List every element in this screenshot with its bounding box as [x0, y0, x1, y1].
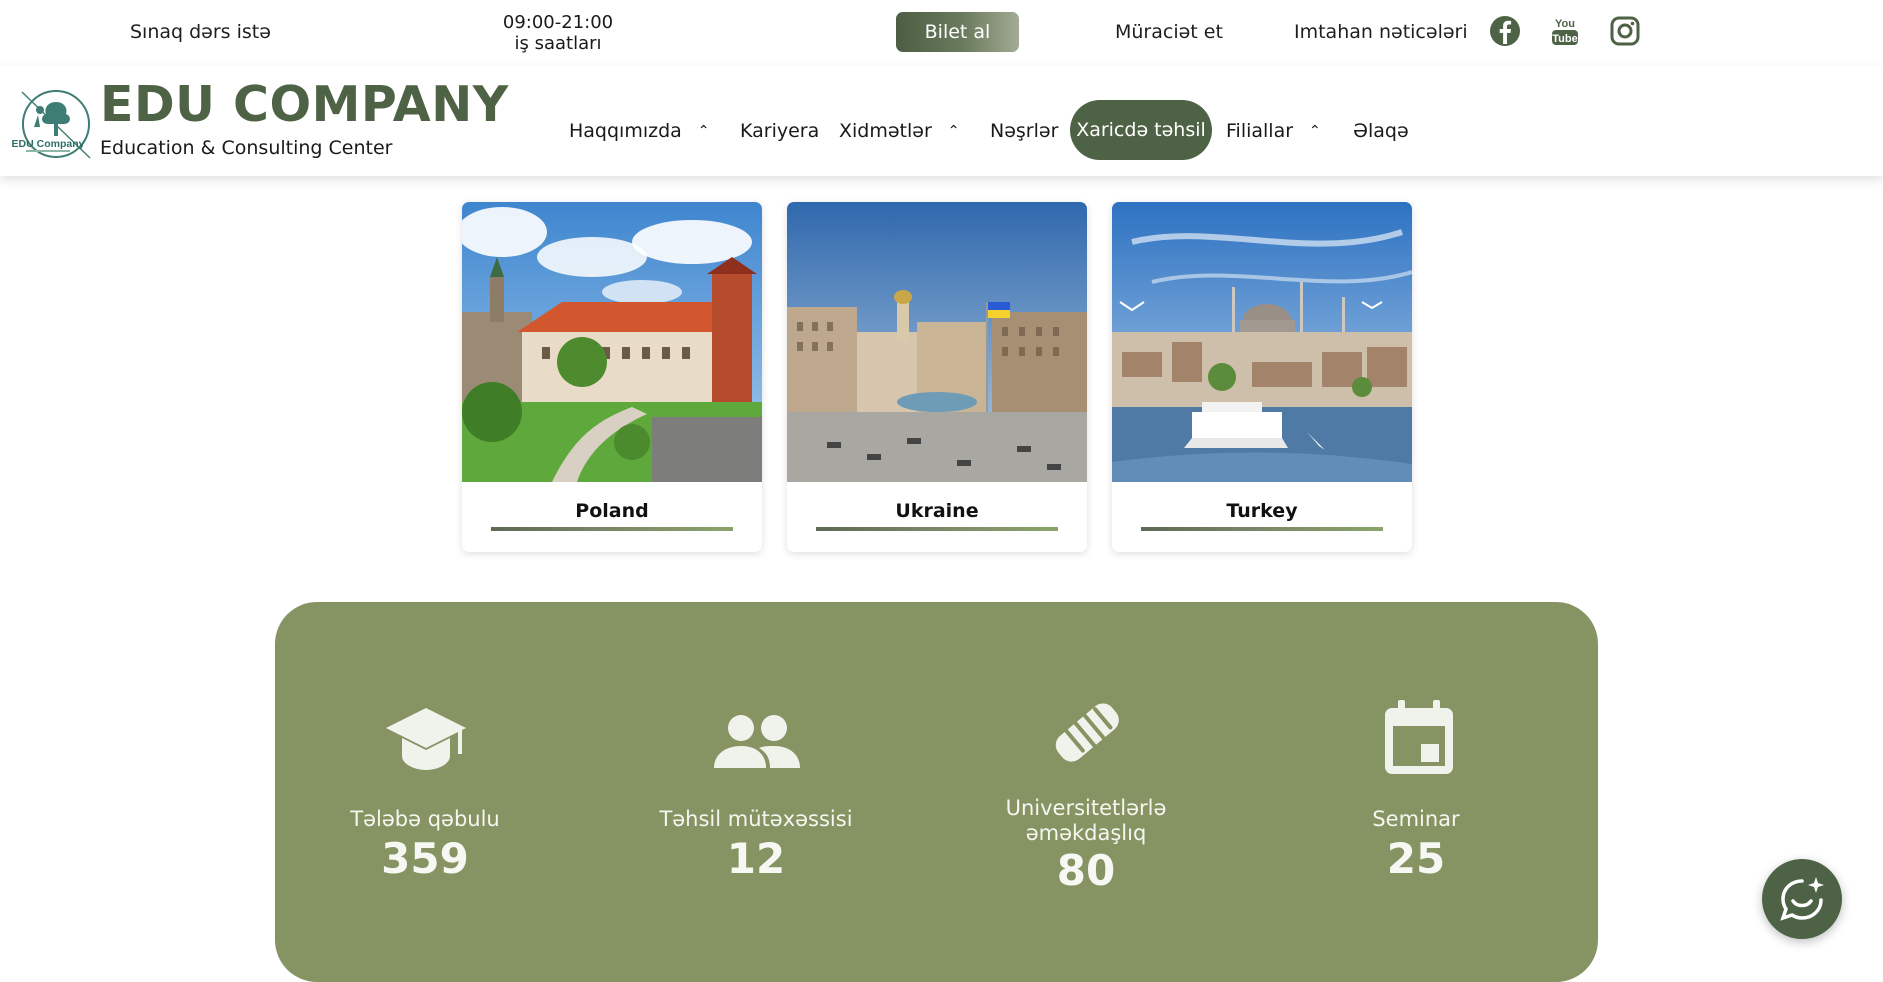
trial-lesson-link[interactable]: Sınaq dərs istə: [130, 21, 271, 43]
country-name: Turkey: [1226, 500, 1298, 522]
chat-sparkle-icon: [1780, 877, 1824, 921]
calendar-icon: [1383, 698, 1455, 780]
card-underline: [816, 527, 1058, 531]
svg-text:You: You: [1555, 18, 1575, 30]
stat-label: Seminar: [1372, 807, 1460, 831]
nav-item-publications[interactable]: Nəşrlər: [990, 120, 1058, 142]
company-logo[interactable]: EDU Company: [12, 84, 92, 164]
facebook-icon[interactable]: [1488, 14, 1522, 48]
working-hours-label: iş saatları: [514, 33, 602, 54]
nav-item-label: Filiallar: [1226, 120, 1294, 142]
stat-label: Təhsil mütəxəssisi: [659, 807, 853, 831]
card-underline: [1141, 527, 1383, 531]
stat-label: Tələbə qəbulu: [350, 807, 500, 831]
top-utility-bar: Sınaq dərs istə 09:00-21:00 iş saatları …: [0, 0, 1883, 66]
country-name: Poland: [575, 500, 649, 522]
country-card-ukraine[interactable]: Ukraine: [787, 202, 1087, 552]
nav-item-about[interactable]: Haqqımızda ⌃: [569, 120, 710, 142]
people-icon: [714, 714, 800, 774]
country-card-poland[interactable]: Poland: [462, 202, 762, 552]
brand-name[interactable]: EDU COMPANY: [100, 76, 509, 133]
country-name: Ukraine: [895, 500, 979, 522]
svg-text:Tube: Tube: [1552, 33, 1577, 45]
nav-item-career[interactable]: Kariyera: [740, 120, 819, 142]
stat-label: Universitetlərlə əməkdaşlıq: [936, 796, 1236, 846]
brand-subtitle: Education & Consulting Center: [100, 137, 393, 159]
stat-label-line: əməkdaşlıq: [1025, 821, 1147, 845]
nav-item-study-abroad[interactable]: Xaricdə təhsil: [1070, 100, 1212, 160]
nav-item-branches[interactable]: Filiallar ⌃: [1226, 120, 1321, 142]
card-underline: [491, 527, 733, 531]
stat-value: 25: [1386, 834, 1446, 883]
graduation-cap-icon: [384, 704, 468, 780]
statistics-panel: Tələbə qəbulu 359 Təhsil mütəxəssisi 12: [275, 602, 1598, 982]
working-hours-time: 09:00-21:00: [502, 12, 614, 33]
stat-value: 359: [381, 834, 469, 883]
stat-label-line: Universitetlərlə: [1005, 796, 1167, 820]
chevron-up-icon: ⌃: [697, 123, 710, 139]
poland-photo: [462, 202, 762, 482]
apply-link[interactable]: Müraciət et: [1115, 21, 1223, 43]
turkey-photo: [1112, 202, 1412, 482]
main-header: EDU Company EDU COMPANY Education & Cons…: [0, 66, 1883, 176]
stat-value: 12: [726, 834, 786, 883]
country-card-turkey[interactable]: Turkey: [1112, 202, 1412, 552]
buy-ticket-button[interactable]: Bilet al: [896, 12, 1019, 52]
chevron-up-icon: ⌃: [947, 123, 960, 139]
nav-item-services[interactable]: Xidmətlər ⌃: [839, 120, 960, 142]
ukraine-photo: [787, 202, 1087, 482]
instagram-icon[interactable]: [1608, 14, 1642, 48]
logo-badge-text: EDU Company: [12, 138, 85, 150]
nav-item-label: Haqqımızda: [569, 120, 682, 142]
stat-value: 80: [1056, 846, 1116, 895]
handshake-icon: [1047, 696, 1125, 770]
exam-results-link[interactable]: Imtahan nəticələri: [1294, 21, 1468, 43]
nav-item-label: Xidmətlər: [839, 120, 932, 142]
chevron-up-icon: ⌃: [1309, 123, 1321, 139]
youtube-icon[interactable]: You Tube: [1548, 14, 1582, 48]
chat-button[interactable]: [1762, 859, 1842, 939]
nav-item-contact[interactable]: Əlaqə: [1353, 120, 1409, 142]
working-hours: 09:00-21:00 iş saatları: [498, 12, 618, 54]
